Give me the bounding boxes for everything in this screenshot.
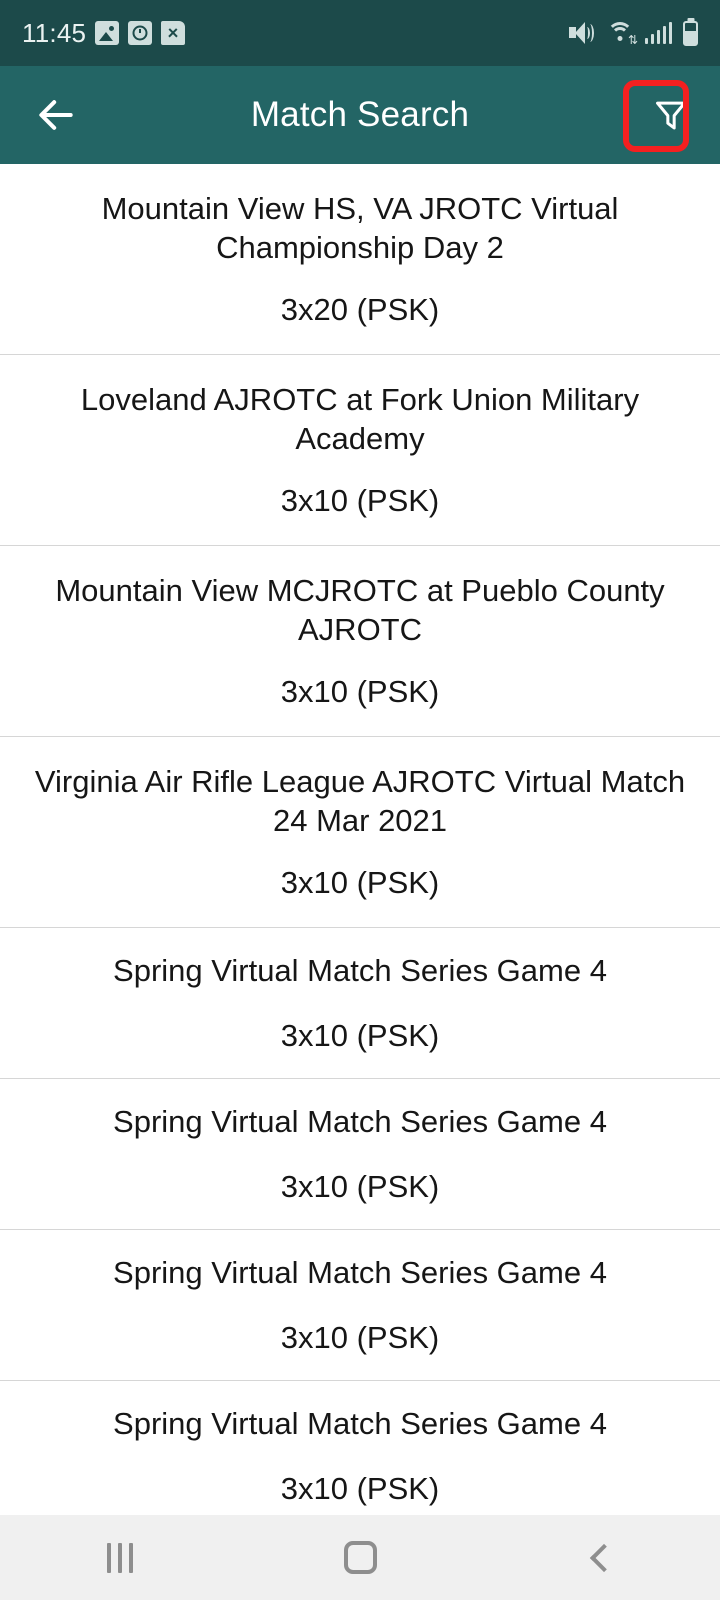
match-list-item[interactable]: Spring Virtual Match Series Game 4 3x10 (… bbox=[0, 1230, 720, 1381]
page-title: Match Search bbox=[250, 95, 470, 134]
match-title: Spring Virtual Match Series Game 4 bbox=[113, 1254, 607, 1290]
match-list-item[interactable]: Spring Virtual Match Series Game 4 3x10 (… bbox=[0, 1079, 720, 1230]
status-clock: 11:45 bbox=[22, 17, 87, 48]
match-course: 3x10 (PSK) bbox=[280, 673, 440, 709]
match-list-item[interactable]: Mountain View MCJROTC at Pueblo County A… bbox=[0, 546, 720, 737]
match-title: Mountain View MCJROTC at Pueblo County A… bbox=[55, 573, 665, 648]
match-title: Virginia Air Rifle League AJROTC Virtual… bbox=[34, 764, 686, 839]
match-course: 3x10 (PSK) bbox=[280, 864, 440, 900]
match-title: Spring Virtual Match Series Game 4 bbox=[113, 952, 607, 988]
match-course: 3x10 (PSK) bbox=[280, 1471, 440, 1506]
wifi-icon: ⇅ bbox=[606, 22, 638, 46]
match-course: 3x10 (PSK) bbox=[280, 1018, 440, 1053]
match-course: 3x10 (PSK) bbox=[280, 1320, 440, 1355]
home-icon bbox=[343, 1541, 377, 1574]
match-course: 3x10 (PSK) bbox=[280, 1169, 440, 1204]
match-title: Spring Virtual Match Series Game 4 bbox=[113, 1405, 607, 1441]
x-file-icon bbox=[161, 21, 186, 45]
match-list-item[interactable]: Loveland AJROTC at Fork Union Military A… bbox=[0, 355, 720, 546]
match-course: 3x20 (PSK) bbox=[280, 291, 440, 327]
nav-back-button[interactable] bbox=[545, 1515, 655, 1600]
clock-file-icon bbox=[128, 21, 153, 45]
match-title: Loveland AJROTC at Fork Union Military A… bbox=[80, 382, 640, 457]
recents-icon bbox=[107, 1542, 133, 1573]
home-button[interactable] bbox=[305, 1515, 415, 1600]
match-course: 3x10 (PSK) bbox=[280, 482, 440, 518]
mute-vibrate-icon bbox=[569, 22, 595, 44]
cellular-signal-icon bbox=[645, 22, 672, 44]
match-list-item[interactable]: Spring Virtual Match Series Game 4 3x10 (… bbox=[0, 928, 720, 1079]
match-list[interactable]: Mountain View HS, VA JROTC Virtual Champ… bbox=[0, 164, 720, 1515]
status-bar-right: ⇅ bbox=[569, 20, 698, 46]
match-title: Mountain View HS, VA JROTC Virtual Champ… bbox=[101, 191, 619, 266]
app-bar: Match Search bbox=[0, 66, 720, 164]
image-icon bbox=[95, 21, 120, 45]
match-list-item[interactable]: Virginia Air Rifle League AJROTC Virtual… bbox=[0, 737, 720, 928]
filter-button[interactable] bbox=[640, 84, 702, 146]
match-list-item[interactable]: Spring Virtual Match Series Game 4 3x10 (… bbox=[0, 1381, 720, 1515]
nav-back-icon bbox=[589, 1543, 618, 1572]
battery-icon bbox=[683, 20, 698, 46]
status-bar: 11:45 ⇅ bbox=[0, 0, 720, 66]
recents-button[interactable] bbox=[65, 1515, 175, 1600]
system-navigation-bar bbox=[0, 1515, 720, 1600]
match-title: Spring Virtual Match Series Game 4 bbox=[113, 1103, 607, 1139]
match-list-item[interactable]: Mountain View HS, VA JROTC Virtual Champ… bbox=[0, 164, 720, 355]
filter-funnel-icon bbox=[656, 101, 686, 130]
status-bar-left: 11:45 bbox=[22, 17, 186, 49]
phone-screen: 11:45 ⇅ Match Search Mountain View HS, V… bbox=[0, 0, 720, 1600]
